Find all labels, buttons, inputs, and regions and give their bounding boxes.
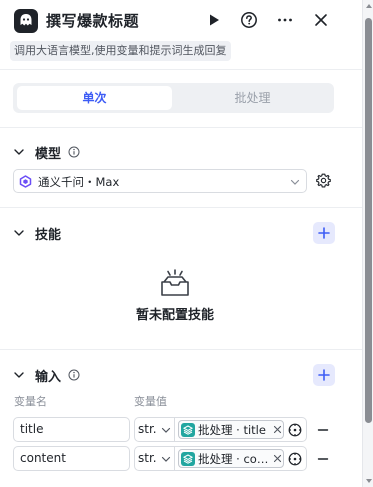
scroll-down-arrow-icon[interactable] — [366, 479, 372, 483]
help-icon[interactable] — [240, 11, 258, 29]
node-config-panel: 撰写爆款标题 调用大语言模型,使用变量和提示词生成回复 单次 批处理 模型 通义… — [0, 0, 362, 487]
close-icon[interactable] — [273, 454, 282, 463]
variable-reference-chip[interactable]: 批处理 · title — [178, 420, 284, 439]
remove-row-icon[interactable] — [317, 453, 329, 465]
column-header-name: 变量名 — [14, 395, 47, 408]
close-icon[interactable] — [312, 11, 330, 29]
plus-icon — [318, 369, 330, 381]
plus-icon — [318, 227, 330, 239]
skills-section: 技能 暂未配置技能 — [0, 208, 362, 350]
panel-header: 撰写爆款标题 调用大语言模型,使用变量和提示词生成回复 — [0, 0, 362, 70]
variable-value-field[interactable]: 批处理 · title — [175, 417, 307, 442]
chevron-down-icon[interactable] — [13, 146, 25, 158]
model-select[interactable]: 通义千问・Max — [13, 169, 307, 193]
variable-picker-icon[interactable] — [288, 423, 302, 437]
more-options-icon[interactable] — [276, 11, 294, 29]
variable-reference-text: 批处理 · title — [198, 423, 266, 437]
variable-type-select[interactable]: str. — [134, 417, 175, 442]
skills-empty-message: 暂未配置技能 — [135, 308, 214, 323]
variable-name-input[interactable]: title — [13, 417, 130, 442]
chevron-down-icon — [161, 456, 171, 462]
input-section: 输入 变量名 变量值 title str. 批处理 · title conten… — [0, 350, 362, 487]
variable-type-value: str. — [138, 422, 157, 436]
input-variable-row: content str. 批处理 · co… — [0, 446, 362, 472]
variable-type-value: str. — [138, 451, 157, 465]
variable-reference-text: 批处理 · co… — [198, 452, 269, 466]
add-skill-button[interactable] — [313, 222, 335, 244]
model-select-value: 通义千问・Max — [38, 175, 120, 189]
skills-section-header[interactable]: 技能 — [0, 219, 362, 247]
tab-single[interactable]: 单次 — [17, 86, 172, 110]
input-section-title: 输入 — [35, 370, 62, 385]
chevron-down-icon — [290, 179, 300, 185]
model-section: 模型 通义千问・Max — [0, 128, 362, 208]
model-section-title: 模型 — [35, 147, 62, 162]
info-icon[interactable] — [68, 146, 80, 158]
model-section-header[interactable]: 模型 — [0, 138, 362, 166]
variable-picker-icon[interactable] — [288, 452, 302, 466]
variable-name-input[interactable]: content — [13, 446, 130, 471]
chevron-down-icon[interactable] — [13, 227, 25, 239]
chevron-down-icon[interactable] — [13, 369, 25, 381]
scrollbar-thumb[interactable] — [365, 18, 372, 423]
qwen-logo-icon — [19, 175, 32, 188]
chevron-down-icon — [161, 427, 171, 433]
add-input-button[interactable] — [313, 364, 335, 386]
llm-node-icon — [14, 9, 38, 33]
input-variable-row: title str. 批处理 · title — [0, 417, 362, 443]
node-description[interactable]: 调用大语言模型,使用变量和提示词生成回复 — [10, 41, 231, 61]
layers-icon — [181, 452, 195, 466]
input-section-header[interactable]: 输入 — [0, 361, 362, 389]
vertical-scrollbar[interactable] — [362, 0, 373, 487]
gear-icon[interactable] — [316, 173, 331, 188]
variable-type-select[interactable]: str. — [134, 446, 175, 471]
layers-icon — [181, 423, 195, 437]
skills-section-title: 技能 — [35, 228, 62, 243]
close-icon[interactable] — [273, 425, 282, 434]
variable-reference-chip[interactable]: 批处理 · co… — [178, 449, 284, 468]
variable-value-field[interactable]: 批处理 · co… — [175, 446, 307, 471]
scroll-up-arrow-icon[interactable] — [366, 4, 372, 8]
info-icon[interactable] — [68, 369, 80, 381]
remove-row-icon[interactable] — [317, 424, 329, 436]
tab-batch[interactable]: 批处理 — [175, 86, 330, 110]
empty-box-icon — [161, 269, 189, 296]
run-play-icon[interactable] — [205, 11, 223, 29]
mode-tabs: 单次 批处理 — [13, 83, 334, 113]
node-title[interactable]: 撰写爆款标题 — [46, 10, 139, 31]
mode-section: 单次 批处理 — [0, 70, 362, 128]
column-header-value: 变量值 — [134, 395, 167, 408]
